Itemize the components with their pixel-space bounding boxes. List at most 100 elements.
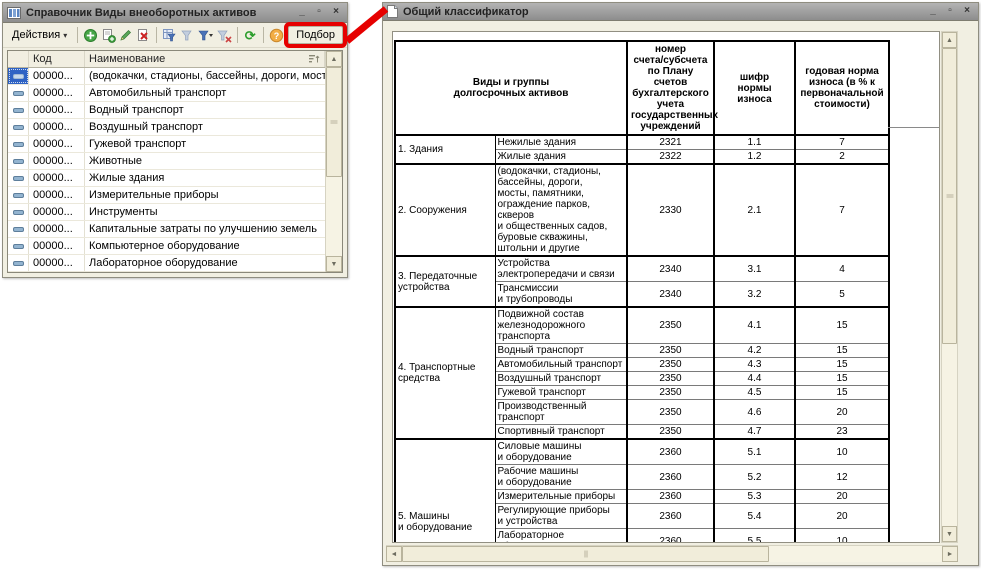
scroll-up-icon[interactable]: ▲ xyxy=(326,51,342,67)
scroll-down-icon[interactable]: ▼ xyxy=(942,526,957,542)
account-cell[interactable]: 2350 xyxy=(627,358,714,372)
filter-settings-button[interactable] xyxy=(162,26,177,44)
item-name[interactable]: Инструменты xyxy=(85,204,325,220)
asset-name-cell[interactable]: Производственный транспорт xyxy=(495,400,627,425)
rate-cell[interactable]: 2 xyxy=(795,150,889,165)
rate-cell[interactable]: 15 xyxy=(795,386,889,400)
asset-name-cell[interactable]: Жилые здания xyxy=(495,150,627,165)
asset-name-cell[interactable]: Водный транспорт xyxy=(495,344,627,358)
asset-name-cell[interactable]: Нежилые здания xyxy=(495,135,627,150)
right-window-titlebar[interactable]: Общий классификатор _ ▫ × xyxy=(383,3,978,21)
rate-cell[interactable]: 15 xyxy=(795,358,889,372)
marker-cell[interactable] xyxy=(8,255,29,271)
rate-cell[interactable]: 10 xyxy=(795,439,889,465)
list-item[interactable]: 00000...Измерительные приборы xyxy=(8,187,325,204)
minimize-button[interactable]: _ xyxy=(295,6,309,19)
rate-cell[interactable]: 20 xyxy=(795,490,889,504)
rate-cell[interactable]: 20 xyxy=(795,400,889,425)
marker-cell[interactable] xyxy=(8,153,29,169)
marker-cell[interactable] xyxy=(8,136,29,152)
refresh-button[interactable]: ⟳ xyxy=(243,26,258,44)
list-item[interactable]: 00000...Лабораторное оборудование xyxy=(8,255,325,272)
marker-cell[interactable] xyxy=(8,68,29,84)
scrollbar-thumb[interactable] xyxy=(942,48,957,344)
filter-history-button[interactable] xyxy=(197,26,214,44)
wear-code-cell[interactable]: 3.2 xyxy=(714,282,795,308)
classifier-vertical-scrollbar[interactable]: ▲ ▼ xyxy=(941,31,958,543)
asset-name-cell[interactable]: Регулирующие приборы и устройства xyxy=(495,504,627,529)
item-code[interactable]: 00000... xyxy=(29,170,85,186)
help-button[interactable]: ? xyxy=(269,26,284,44)
wear-code-cell[interactable]: 5.1 xyxy=(714,439,795,465)
marker-cell[interactable] xyxy=(8,85,29,101)
wear-code-cell[interactable]: 5.2 xyxy=(714,465,795,490)
asset-name-cell[interactable]: Силовые машины и оборудование xyxy=(495,439,627,465)
group-cell[interactable]: 3. Передаточные устройства xyxy=(395,256,495,307)
filter-clear-button[interactable] xyxy=(216,26,232,44)
scroll-down-icon[interactable]: ▼ xyxy=(326,256,342,272)
account-cell[interactable]: 2322 xyxy=(627,150,714,165)
rate-cell[interactable]: 10 xyxy=(795,529,889,544)
item-name[interactable]: Компьютерное оборудование xyxy=(85,238,325,254)
list-item[interactable]: 00000...Гужевой транспорт xyxy=(8,136,325,153)
copy-button[interactable] xyxy=(101,26,116,44)
rate-cell[interactable]: 15 xyxy=(795,344,889,358)
item-name[interactable]: Водный транспорт xyxy=(85,102,325,118)
list-item[interactable]: 00000...(водокачки, стадионы, бассейны, … xyxy=(8,68,325,85)
wear-code-cell[interactable]: 5.4 xyxy=(714,504,795,529)
asset-name-cell[interactable]: Воздушный транспорт xyxy=(495,372,627,386)
close-button[interactable]: × xyxy=(960,5,974,18)
asset-name-cell[interactable]: Подвижной состав железнодорожного трансп… xyxy=(495,307,627,344)
item-name[interactable]: Животные xyxy=(85,153,325,169)
list-item[interactable]: 00000...Компьютерное оборудование xyxy=(8,238,325,255)
name-column-header[interactable]: Наименование xyxy=(85,51,325,67)
code-column-header[interactable]: Код xyxy=(29,51,85,67)
asset-name-cell[interactable]: Автомобильный транспорт xyxy=(495,358,627,372)
marker-cell[interactable] xyxy=(8,221,29,237)
scrollbar-thumb[interactable] xyxy=(402,546,769,562)
marker-cell[interactable] xyxy=(8,119,29,135)
account-cell[interactable]: 2360 xyxy=(627,465,714,490)
account-cell[interactable]: 2350 xyxy=(627,425,714,440)
account-cell[interactable]: 2330 xyxy=(627,164,714,256)
marker-cell[interactable] xyxy=(8,170,29,186)
maximize-button[interactable]: ▫ xyxy=(312,6,326,19)
account-cell[interactable]: 2350 xyxy=(627,386,714,400)
account-cell[interactable]: 2350 xyxy=(627,400,714,425)
item-name[interactable]: Жилые здания xyxy=(85,170,325,186)
pick-button[interactable]: Подбор xyxy=(288,26,343,44)
account-cell[interactable]: 2340 xyxy=(627,282,714,308)
item-code[interactable]: 00000... xyxy=(29,119,85,135)
account-cell[interactable]: 2360 xyxy=(627,504,714,529)
actions-menu-button[interactable]: Действия ▾ xyxy=(7,26,72,44)
item-code[interactable]: 00000... xyxy=(29,238,85,254)
wear-code-cell[interactable]: 4.7 xyxy=(714,425,795,440)
asset-name-cell[interactable]: Лабораторное оборудование xyxy=(495,529,627,544)
wear-code-cell[interactable]: 4.5 xyxy=(714,386,795,400)
scroll-up-icon[interactable]: ▲ xyxy=(942,32,957,48)
wear-code-cell[interactable]: 1.1 xyxy=(714,135,795,150)
item-name[interactable]: Лабораторное оборудование xyxy=(85,255,325,271)
item-code[interactable]: 00000... xyxy=(29,153,85,169)
group-cell[interactable]: 2. Сооружения xyxy=(395,164,495,256)
item-name[interactable]: Воздушный транспорт xyxy=(85,119,325,135)
item-code[interactable]: 00000... xyxy=(29,68,85,84)
account-cell[interactable]: 2350 xyxy=(627,372,714,386)
wear-code-cell[interactable]: 4.4 xyxy=(714,372,795,386)
item-name[interactable]: Измерительные приборы xyxy=(85,187,325,203)
wear-code-cell[interactable]: 4.2 xyxy=(714,344,795,358)
left-window-titlebar[interactable]: Справочник Виды внеоборотных активов _ ▫… xyxy=(3,3,347,23)
list-item[interactable]: 00000...Автомобильный транспорт xyxy=(8,85,325,102)
asset-name-cell[interactable]: Спортивный транспорт xyxy=(495,425,627,440)
item-name[interactable]: Автомобильный транспорт xyxy=(85,85,325,101)
wear-code-cell[interactable]: 5.3 xyxy=(714,490,795,504)
asset-name-cell[interactable]: Трансмиссии и трубопроводы xyxy=(495,282,627,308)
item-code[interactable]: 00000... xyxy=(29,221,85,237)
account-cell[interactable]: 2321 xyxy=(627,135,714,150)
wear-code-cell[interactable]: 2.1 xyxy=(714,164,795,256)
wear-code-cell[interactable]: 3.1 xyxy=(714,256,795,282)
wear-code-cell[interactable]: 4.1 xyxy=(714,307,795,344)
wear-code-cell[interactable]: 5.5 xyxy=(714,529,795,544)
item-code[interactable]: 00000... xyxy=(29,204,85,220)
item-code[interactable]: 00000... xyxy=(29,102,85,118)
